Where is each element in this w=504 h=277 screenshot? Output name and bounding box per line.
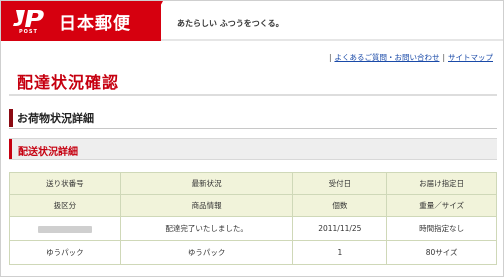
link-separator: |	[442, 53, 445, 62]
section-heading-label: お荷物状況詳細	[17, 112, 94, 125]
logo-slant-decoration	[141, 1, 163, 41]
table-cell: 配達完了いたしました。	[119, 216, 294, 241]
column-header: 最新状況	[119, 172, 294, 195]
table-header-row: 送り状番号 最新状況 受付日 お届け指定日	[9, 172, 497, 195]
sitemap-link[interactable]: サイトマップ	[448, 53, 493, 62]
logo-text: 日本郵便	[59, 14, 131, 34]
header-divider	[161, 39, 503, 41]
table-cell: 80サイズ	[386, 240, 497, 265]
link-separator: |	[328, 53, 332, 62]
table-row: 配達完了いたしました。 2011/11/25 時間指定なし	[9, 216, 497, 241]
column-header: お届け指定日	[386, 172, 497, 195]
section-marker	[9, 139, 12, 159]
column-header: 重量／サイズ	[386, 194, 497, 217]
page-title: 配達状況確認	[17, 73, 120, 92]
column-header: 送り状番号	[9, 172, 121, 195]
table-cell: 1	[292, 240, 388, 265]
logo-banner[interactable]: POST 日本郵便	[1, 1, 161, 41]
tracking-number-cell	[9, 216, 121, 241]
utility-links: | よくあるご質問・お問い合わせ | サイトマップ	[326, 52, 493, 63]
section-heading-package-details: お荷物状況詳細	[9, 107, 497, 129]
section-heading-delivery-details: 配送状況詳細	[9, 138, 497, 160]
table-cell: 時間指定なし	[386, 216, 497, 241]
section-heading-label: 配送状況詳細	[18, 147, 78, 158]
table-row: ゆうパック ゆうパック 1 80サイズ	[9, 240, 497, 265]
faq-contact-link[interactable]: よくあるご質問・お問い合わせ	[334, 53, 439, 62]
site-header: POST 日本郵便 あたらしい ふつうをつくる。	[1, 1, 503, 41]
page-frame: POST 日本郵便 あたらしい ふつうをつくる。 | よくあるご質問・お問い合わせ…	[0, 0, 504, 277]
jp-post-logo-icon	[13, 10, 44, 27]
table-cell: ゆうパック	[9, 240, 121, 265]
redacted-tracking-number	[37, 225, 92, 233]
section-marker	[9, 109, 13, 127]
table-cell: ゆうパック	[119, 240, 294, 265]
column-header: 商品情報	[119, 194, 294, 217]
delivery-status-table: 送り状番号 最新状況 受付日 お届け指定日 扱区分 商品情報 個数 重量／サイズ…	[9, 172, 497, 265]
table-cell: 2011/11/25	[292, 216, 388, 241]
logo-post-label: POST	[19, 29, 38, 35]
title-divider	[9, 94, 497, 96]
column-header: 受付日	[292, 172, 388, 195]
column-header: 扱区分	[9, 194, 121, 217]
tagline: あたらしい ふつうをつくる。	[177, 19, 284, 28]
table-header-row: 扱区分 商品情報 個数 重量／サイズ	[9, 194, 497, 217]
column-header: 個数	[292, 194, 388, 217]
